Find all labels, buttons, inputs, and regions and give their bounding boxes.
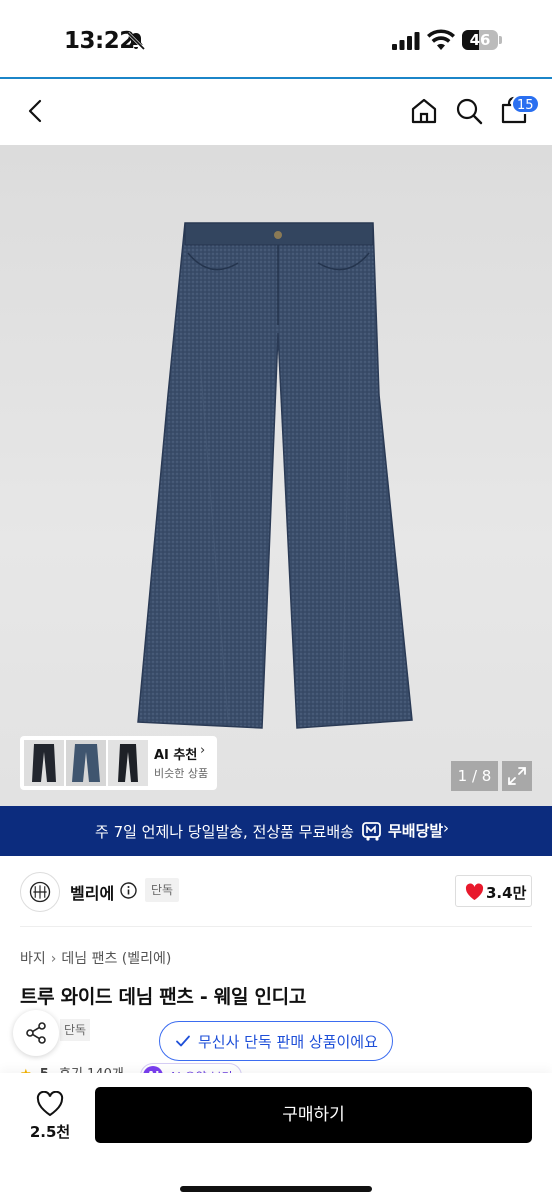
battery-nub — [499, 36, 502, 44]
product-exclusive-tag: 단독 — [60, 1019, 91, 1041]
breadcrumb-subcategory[interactable]: 데님 팬츠 (벨리에) — [61, 951, 171, 967]
delivery-text: 주 7일 언제나 당일발송, 전상품 무료배송 — [95, 823, 354, 841]
delivery-banner[interactable]: 주 7일 언제나 당일발송, 전상품 무료배송 무배당발 › — [0, 806, 552, 856]
app-header — [0, 79, 552, 145]
share-icon — [26, 1022, 46, 1044]
wishlist-button[interactable]: 2.5천 — [22, 1087, 78, 1143]
ai-thumb-2 — [66, 740, 106, 786]
breadcrumb-category[interactable]: 바지 — [20, 951, 46, 967]
brand-name[interactable]: 벨리에 — [70, 880, 114, 904]
buy-button[interactable]: 구매하기 — [95, 1087, 532, 1143]
ai-thumb-3 — [108, 740, 148, 786]
chevron-right-icon: › — [50, 951, 57, 967]
ai-thumb-1 — [24, 740, 64, 786]
divider — [20, 926, 532, 927]
expand-icon[interactable] — [502, 761, 532, 791]
wishlist-count: 2.5천 — [29, 1123, 71, 1141]
ai-recommend-subtitle: 비슷한 상품 — [154, 767, 209, 780]
brand-logo[interactable] — [20, 872, 60, 912]
signal-icon — [392, 32, 420, 50]
heart-filled-icon — [465, 883, 484, 900]
status-time: 13:22 — [64, 28, 135, 54]
chevron-right-icon: › — [200, 743, 206, 758]
wifi-icon — [427, 29, 455, 50]
home-indicator — [180, 1186, 372, 1192]
back-arrow-icon[interactable] — [20, 95, 52, 127]
heart-outline-icon — [36, 1091, 64, 1117]
home-icon[interactable] — [408, 95, 440, 127]
product-title: 트루 와이드 데님 팬츠 - 웨일 인디고 — [20, 986, 306, 1008]
brand-like-button[interactable]: 3.4만 — [455, 875, 532, 907]
bottom-action-bar: 2.5천 구매하기 — [0, 1073, 552, 1200]
image-counter: 1 / 8 — [451, 761, 498, 791]
delivery-brand: 무배당발 — [388, 822, 444, 840]
silent-bell-icon — [126, 31, 146, 51]
brand-like-count: 3.4만 — [486, 884, 527, 902]
exclusive-tag: 단독 — [145, 878, 180, 902]
check-icon — [176, 1035, 190, 1047]
breadcrumb: 바지 › 데님 팬츠 (벨리에) — [20, 948, 176, 968]
exclusive-notice-text: 무신사 단독 판매 상품이에요 — [198, 1033, 378, 1051]
battery-icon: 46 — [462, 30, 498, 50]
product-jeans-image — [137, 222, 413, 729]
share-button[interactable] — [13, 1010, 59, 1056]
ai-recommend-card[interactable]: AI 추천 › 비슷한 상품 — [20, 736, 217, 790]
search-icon[interactable] — [453, 95, 485, 127]
exclusive-notice-pill[interactable]: 무신사 단독 판매 상품이에요 — [159, 1021, 393, 1061]
musinsa-delivery-icon — [362, 822, 381, 841]
info-icon[interactable] — [120, 882, 137, 899]
cart-count-badge: 15 — [511, 94, 540, 114]
product-image-gallery[interactable]: AI 추천 › 비슷한 상품 1 / 8 — [0, 145, 552, 806]
chevron-right-icon: › — [443, 819, 449, 837]
battery-level: 46 — [469, 31, 491, 49]
status-bar: 13:22 46 — [0, 0, 552, 78]
ai-recommend-title: AI 추천 — [154, 748, 198, 763]
